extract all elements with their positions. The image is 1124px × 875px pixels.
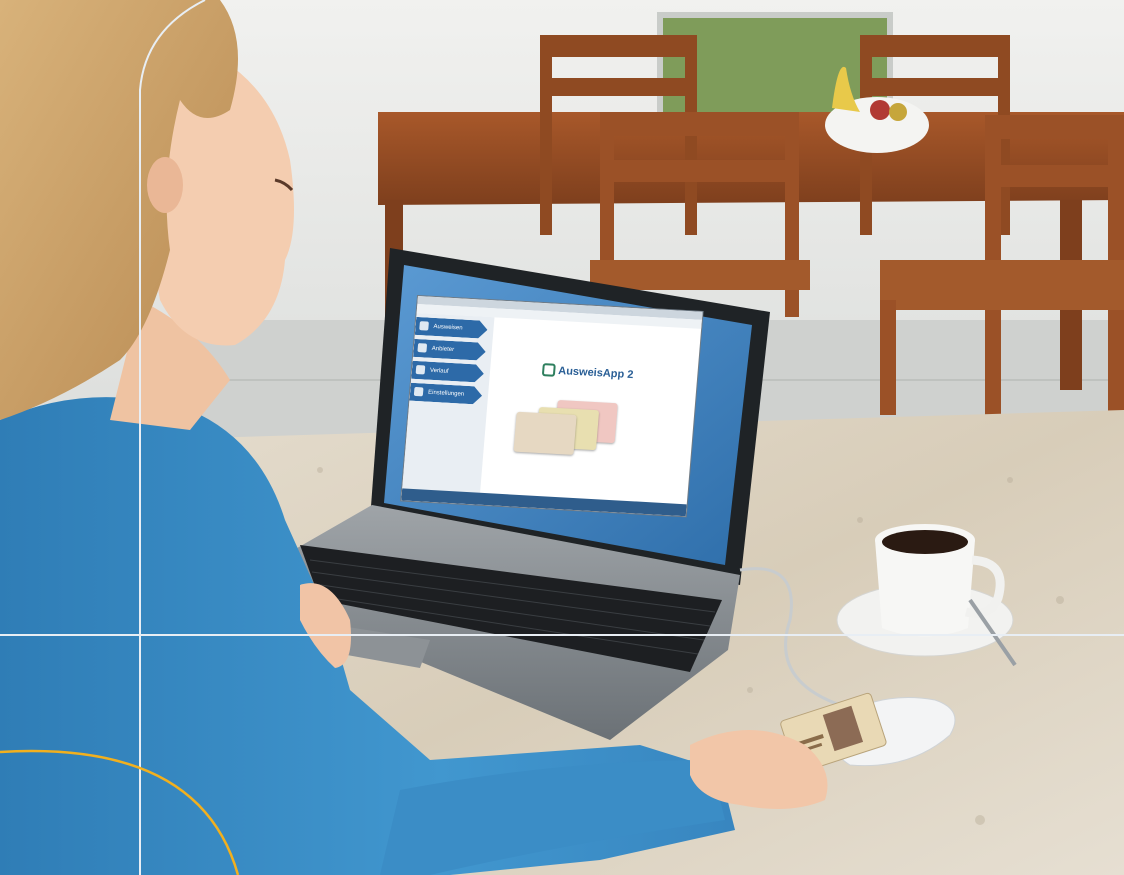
- id-card-main: [513, 411, 577, 455]
- logo-icon: [541, 363, 556, 377]
- nav-item-label: Einstellungen: [427, 389, 465, 398]
- ear: [147, 157, 183, 213]
- tag-icon: [417, 343, 427, 352]
- nav-item-label: Ausweisen: [433, 323, 463, 332]
- nav-item-anbieter: Anbieter: [413, 339, 486, 361]
- gear-icon: [414, 387, 424, 396]
- nav-item-label: Verlauf: [429, 367, 449, 375]
- nav-item-ausweisen: Ausweisen: [415, 317, 488, 339]
- nav-item-verlauf: Verlauf: [411, 361, 484, 383]
- laptop-app-window: Ausweisen Anbieter Verlauf Einstellungen…: [401, 296, 703, 517]
- list-icon: [416, 365, 426, 374]
- logo-text: AusweisApp 2: [557, 364, 634, 381]
- id-icon: [419, 321, 429, 330]
- nav-item-einstellungen: Einstellungen: [409, 383, 482, 405]
- nav-item-label: Anbieter: [431, 345, 455, 354]
- photo-scene: Ausweisen Anbieter Verlauf Einstellungen…: [0, 0, 1124, 875]
- app-sidebar: Ausweisen Anbieter Verlauf Einstellungen: [401, 312, 495, 505]
- app-logo: AusweisApp 2: [541, 363, 634, 381]
- id-cards-illustration: [513, 398, 628, 464]
